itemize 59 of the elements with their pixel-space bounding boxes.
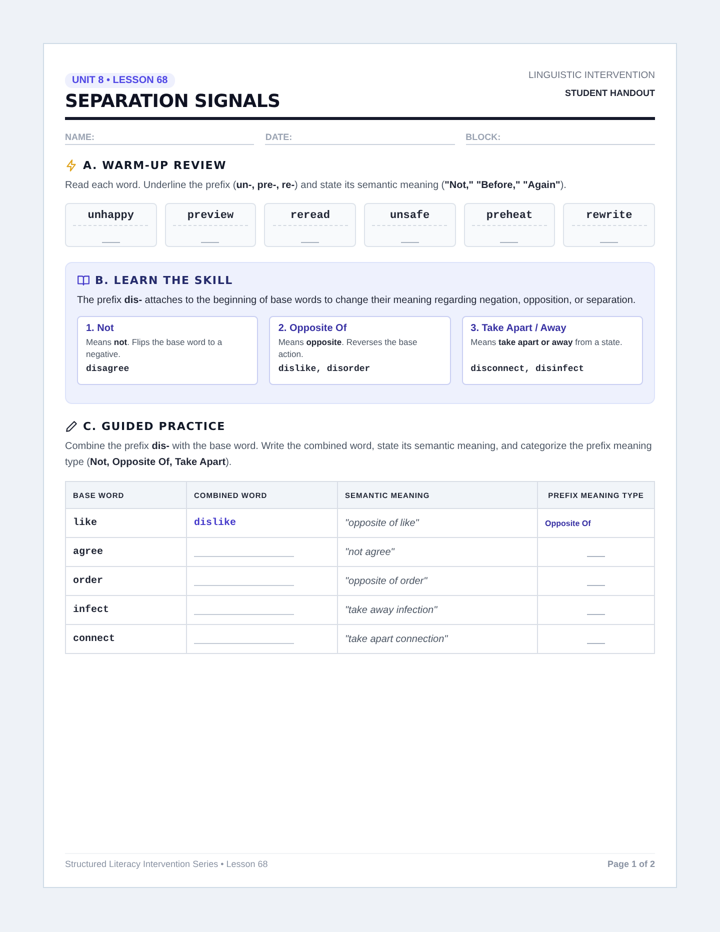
book-icon [77,274,90,287]
fill-in-line[interactable] [194,613,294,615]
table-cell: "take apart connection" [338,624,538,654]
table-cell: "opposite of order" [338,566,538,596]
section-heading: C. GUIDED PRACTICE [83,420,226,433]
fill-in-line[interactable] [194,555,294,557]
word: rewrite [586,210,632,222]
fill-in-line[interactable] [400,241,419,243]
meaning-description: Means not. Flips the base word to a negative. [86,336,224,360]
handout-title: SEPARATION SIGNALS [65,91,280,112]
meaning-title: 2. Opposite Of [278,323,348,334]
fill-in-line[interactable]: NAME: [65,132,254,145]
fill-in-line[interactable] [201,241,220,243]
word: unsafe [390,210,430,222]
page-number: Page 1 of 2 [607,859,655,869]
instructions: Read each word. Underline the prefix (un-, pre-, re-) and state its semantic meaning ("Not," "Before," "Again"). [65,179,568,193]
fill-in-line[interactable] [102,241,120,243]
table-cell: agree [66,538,186,566]
example-words: dislike, disorder [278,364,372,374]
answer-text: dislike [194,518,236,529]
word: preview [187,210,234,222]
table-cell: infect [66,596,186,624]
fill-in-line[interactable] [600,241,618,243]
fill-in-line[interactable] [587,584,605,586]
fill-in-line[interactable] [587,555,605,557]
table-cell: "opposite of like" [338,508,538,538]
section-heading: B. LEARN THE SKILL [95,274,233,287]
document-type: STUDENT HANDOUT [564,88,655,98]
table-cell: order [66,566,186,596]
meaning-description: Means opposite. Reverses the base action. [278,336,418,360]
lightning-icon [65,159,78,172]
fill-in-line[interactable] [500,241,518,243]
instructions: Combine the prefix dis- with the base word. Write the combined word, state its semantic meaning, and categorize the prefix meaning type (Not, Opposite Of, Take Apart). [65,440,653,470]
lesson-badge: UNIT 8 • LESSON 68 [65,73,175,88]
table-cell: "take away infection" [338,596,538,624]
meaning-title: 1. Not [86,323,115,334]
word: preheat [486,210,533,222]
example-words: disagree [86,364,130,374]
word: reread [290,210,330,222]
table-cell: like [66,508,186,538]
section-heading: A. WARM-UP REVIEW [83,159,227,172]
answer-text: Opposite Of [545,518,591,528]
fill-in-line[interactable] [587,642,605,644]
fill-in-line[interactable] [301,241,320,243]
fill-in-line[interactable]: BLOCK: [466,132,655,145]
pencil-icon [65,420,78,433]
word: unhappy [88,210,134,222]
fill-in-line[interactable] [587,613,605,615]
meaning-description: Means take apart or away from a state. [470,336,624,349]
table-cell: "not agree" [338,538,538,566]
fill-in-line[interactable] [194,584,294,586]
program-label: LINGUISTIC INTERVENTION [528,70,655,81]
meaning-title: 3. Take Apart / Away [470,323,568,334]
explanation: The prefix dis- attaches to the beginning of base words to change their meaning regarding negation, opposition, or separation. [77,294,637,308]
example-words: disconnect, disinfect [470,364,586,374]
fill-in-line[interactable]: DATE: [265,132,455,145]
table-cell: connect [66,624,186,654]
fill-in-line[interactable] [194,642,294,644]
footer-text: Structured Literacy Intervention Series • Lesson 68 [65,859,268,869]
